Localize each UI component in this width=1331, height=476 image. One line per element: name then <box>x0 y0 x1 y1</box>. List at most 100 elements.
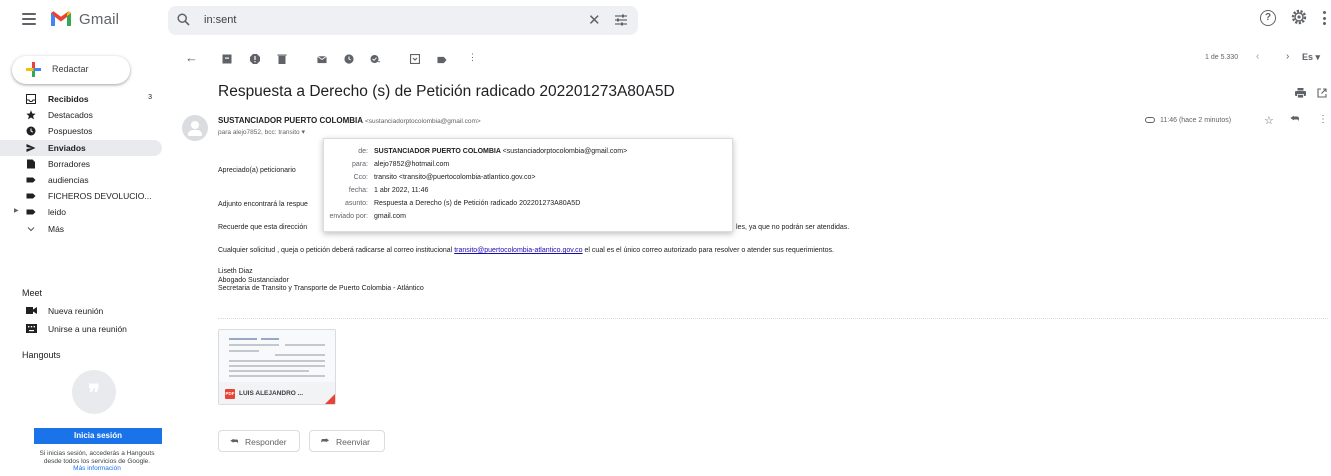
open-in-new-window-icon[interactable] <box>1317 88 1327 98</box>
apps-icon[interactable] <box>1323 11 1326 25</box>
body-line-1: Adjunto encontrará la respue <box>218 201 308 208</box>
details-label: enviado por: <box>329 213 368 220</box>
tune-icon[interactable] <box>614 13 628 27</box>
sender-header: SUSTANCIADOR PUERTO COLOMBIA <sustanciad… <box>218 116 481 125</box>
label-icon <box>26 177 36 183</box>
recipients-line[interactable]: para alejo7852, bcc: transito ▾ <box>218 128 305 136</box>
details-value: gmail.com <box>374 213 406 220</box>
attachment-corner <box>323 392 335 404</box>
reply-icon[interactable]: ⮪ <box>1290 114 1299 125</box>
sidebar-item-ficheros[interactable]: FICHEROS DEVOLUCIO... <box>0 188 162 204</box>
compose-button[interactable]: Redactar <box>12 56 130 84</box>
input-language-selector[interactable]: Es ▾ <box>1302 52 1320 63</box>
print-icon[interactable] <box>1295 88 1306 98</box>
reply-button[interactable]: ⮪ Responder <box>218 430 300 452</box>
report-spam-icon[interactable] <box>250 54 260 64</box>
signin-info-line2: desde todos los servicios de Google. <box>43 457 151 465</box>
sidebar-item-destacados[interactable]: Destacados <box>0 107 162 123</box>
details-row-subject: asunto: Respuesta a Derecho (s) de Petic… <box>324 200 734 211</box>
body-line-2b: les, ya que no podrán ser atendidas. <box>736 224 850 231</box>
hangouts-icon: ❞ <box>72 370 116 414</box>
send-icon <box>26 143 36 152</box>
details-value: 1 abr 2022, 11:46 <box>374 187 429 194</box>
more-info-link[interactable]: Más información <box>2 465 192 473</box>
body-greeting: Apreciado(a) peticionario <box>218 167 296 174</box>
gear-icon[interactable] <box>1290 8 1308 26</box>
sender-avatar[interactable] <box>182 115 208 141</box>
institutional-email-link[interactable]: transito@puertocolombia-atlantico.gov.co <box>454 247 582 254</box>
gmail-logo[interactable] <box>50 10 72 27</box>
sender-name[interactable]: SUSTANCIADOR PUERTO COLOMBIA <box>218 116 363 125</box>
search-icon[interactable] <box>177 13 190 26</box>
label-icon[interactable] <box>437 55 447 65</box>
more-actions-icon[interactable]: ⋮ <box>1318 114 1328 125</box>
details-value: Respuesta a Derecho (s) de Petición radi… <box>374 200 581 207</box>
forward-button[interactable]: ⮫ Reenviar <box>309 430 385 452</box>
mark-unread-icon[interactable] <box>317 54 327 64</box>
recipients-text: para alejo7852, bcc: transito <box>218 129 300 136</box>
show-details-icon[interactable]: ▾ <box>301 129 305 136</box>
prev-page-icon[interactable]: ‹ <box>1256 51 1259 62</box>
help-icon[interactable]: ? <box>1260 10 1276 26</box>
details-label: asunto: <box>345 200 368 207</box>
top-bar: Gmail in:sent ✕ ? <box>0 0 1331 40</box>
pagination-text: 1 de 5.330 <box>1205 54 1239 61</box>
sidebar-item-recibidos[interactable]: Recibidos 3 <box>0 91 162 107</box>
sidebar-item-leido[interactable]: ▶ leido <box>0 204 162 220</box>
expand-arrow-icon[interactable]: ▶ <box>14 207 19 214</box>
search-bar[interactable]: in:sent ✕ <box>168 6 638 35</box>
meet-item-label: Nueva reunión <box>48 306 104 316</box>
back-arrow-icon[interactable]: ← <box>185 50 198 65</box>
delete-icon[interactable] <box>277 54 287 64</box>
search-input[interactable]: in:sent <box>204 14 236 26</box>
sidebar-item-label: Pospuestos <box>48 126 93 137</box>
star-icon <box>26 110 36 120</box>
more-icon[interactable]: ⋮ <box>468 52 477 63</box>
meet-new-meeting[interactable]: Nueva reunión <box>0 303 162 319</box>
signin-button[interactable]: Inicia sesión <box>34 428 162 444</box>
sidebar-item-borradores[interactable]: Borradores <box>0 156 162 172</box>
details-row-date: fecha: 1 abr 2022, 11:46 <box>324 187 734 198</box>
details-label: fecha: <box>348 187 368 194</box>
details-label: de: <box>358 148 368 155</box>
star-icon[interactable]: ☆ <box>1264 114 1274 127</box>
meet-item-label: Unirse a una reunión <box>48 324 127 334</box>
add-task-icon[interactable] <box>370 54 380 64</box>
snooze-icon[interactable] <box>344 54 354 64</box>
unread-count: 3 <box>148 94 152 101</box>
sender-email: <sustanciadorptocolombia@gmail.com> <box>364 118 481 125</box>
hangouts-section-title: Hangouts <box>22 350 61 360</box>
draft-icon <box>27 159 35 169</box>
sidebar-nav: Recibidos 3 Destacados Pospuestos Enviad… <box>0 91 162 237</box>
move-to-icon[interactable] <box>410 54 420 64</box>
attachment-indicator-icon <box>1145 117 1155 123</box>
sidebar-item-label: FICHEROS DEVOLUCIO... <box>48 191 152 202</box>
attachment-card[interactable]: PDF LUIS ALEJANDRO ... <box>218 329 336 405</box>
meet-section-title: Meet <box>22 288 43 298</box>
attachment-footer: PDF LUIS ALEJANDRO ... <box>219 382 335 404</box>
details-row-mailed-by: enviado por: gmail.com <box>324 213 734 224</box>
forward-label: Reenviar <box>336 437 371 447</box>
gmail-brand: Gmail <box>79 11 120 28</box>
details-row-to: para: alejo7852@hotmail.com <box>324 161 734 172</box>
sidebar-item-enviados[interactable]: Enviados <box>0 139 162 156</box>
forward-icon: ⮫ <box>321 436 330 446</box>
sidebar-item-audiencias[interactable]: audiencias <box>0 172 162 188</box>
archive-icon[interactable] <box>222 54 232 64</box>
close-icon[interactable]: ✕ <box>588 11 601 29</box>
sidebar-item-label: Más <box>48 223 65 234</box>
language-label: Es <box>1302 52 1314 62</box>
sidebar-item-label: Recibidos <box>48 94 89 104</box>
main-menu-icon[interactable] <box>22 13 36 25</box>
clock-icon <box>26 126 36 136</box>
compose-label: Redactar <box>52 64 89 74</box>
details-value: SUSTANCIADOR PUERTO COLOMBIA <sustanciad… <box>374 148 627 155</box>
body-line-2a: Recuerde que esta dirección <box>218 224 308 231</box>
sidebar-item-mas[interactable]: Más <box>0 221 162 237</box>
next-page-icon[interactable]: › <box>1286 51 1289 62</box>
meet-join-meeting[interactable]: Unirse a una reunión <box>0 321 162 337</box>
keyboard-icon <box>26 324 37 333</box>
attachment-thumbnail <box>219 330 335 382</box>
sidebar-item-label: Enviados <box>48 142 86 153</box>
sidebar-item-pospuestos[interactable]: Pospuestos <box>0 123 162 139</box>
